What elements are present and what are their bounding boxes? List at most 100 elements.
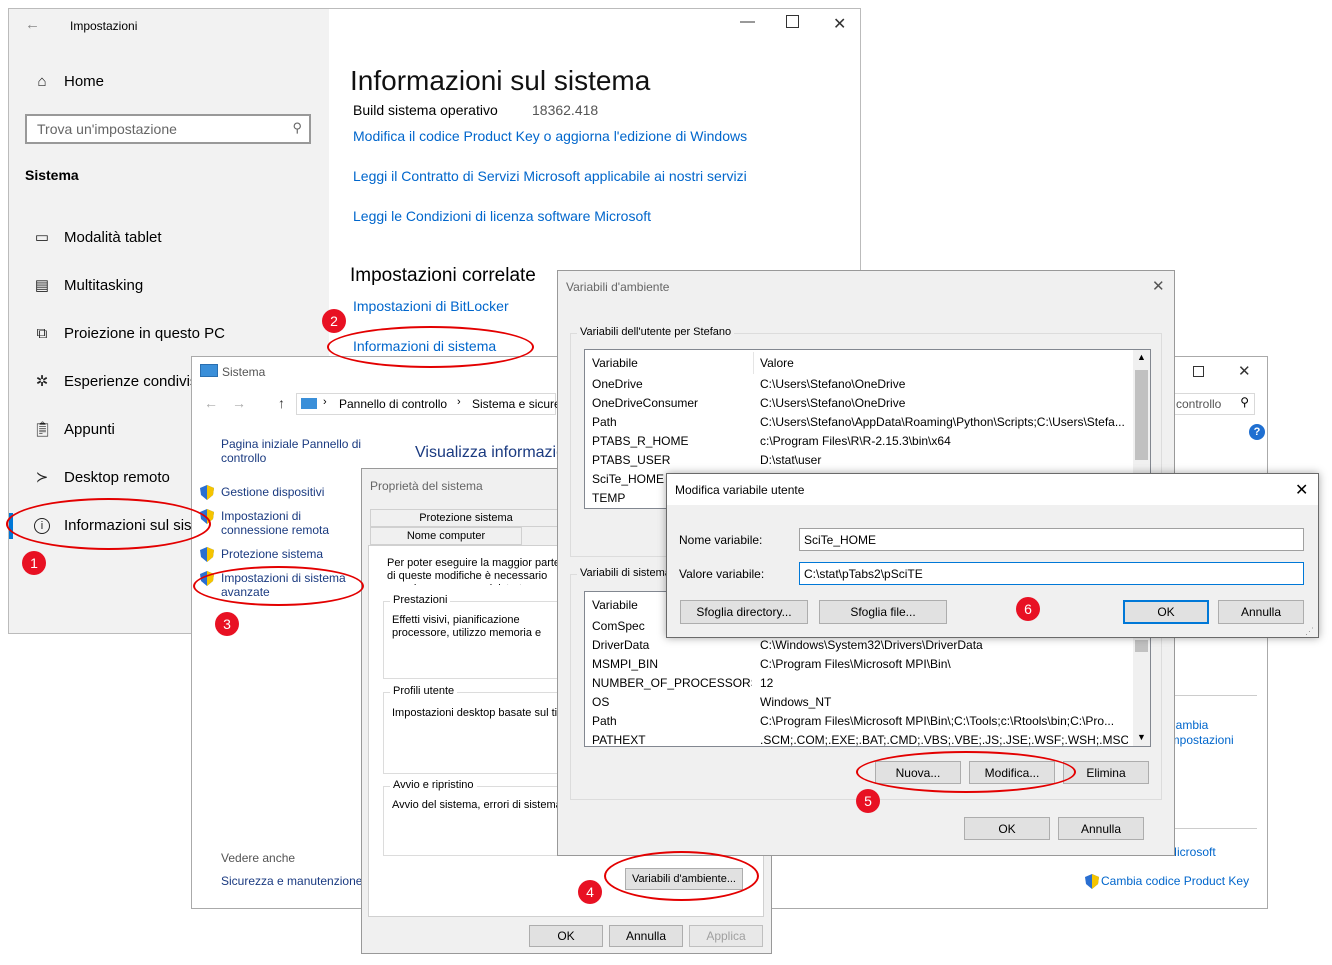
breadcrumb-control-panel[interactable]: Pannello di controllo [339, 397, 447, 411]
minimize-icon[interactable]: — [740, 13, 755, 30]
dialog-title: Modifica variabile utente [675, 483, 805, 497]
control-panel-home-link[interactable]: Pagina iniziale Pannello di controllo [221, 437, 371, 465]
ok-button[interactable]: OK [964, 817, 1050, 840]
device-manager-link[interactable]: Gestione dispositivi [221, 485, 324, 499]
cancel-button[interactable]: Annulla [609, 925, 683, 947]
list-row[interactable]: OS Windows_NT [585, 693, 1132, 712]
shield-icon [1085, 874, 1099, 889]
list-row[interactable]: Path C:\Program Files\Microsoft MPI\Bin\;… [585, 712, 1132, 731]
window-title: Sistema [222, 365, 266, 379]
list-header: Variabile Valore [585, 352, 1132, 374]
page-title: Informazioni sul sistema [350, 65, 651, 96]
value-label: Valore variabile: [679, 567, 765, 581]
scroll-thumb[interactable] [1135, 370, 1148, 460]
scroll-up-icon[interactable]: ▲ [1137, 352, 1146, 362]
product-key-link[interactable]: Modifica il codice Product Key o aggiorn… [353, 128, 747, 144]
list-row[interactable]: PTABS_USER D:\stat\user [585, 451, 1132, 470]
search-icon: ⚲ [292, 120, 302, 135]
list-row[interactable]: PATHEXT .SCM;.COM;.EXE;.BAT;.CMD;.VBS;.VB… [585, 731, 1132, 746]
forward-arrow-icon[interactable]: → [232, 395, 246, 411]
performance-group: Prestazioni Effetti visivi, pianificazio… [383, 594, 573, 679]
system-protection-link[interactable]: Protezione sistema [221, 547, 323, 561]
back-arrow-icon[interactable]: ← [25, 16, 40, 33]
address-bar[interactable]: › Pannello di controllo › Sistema e sicu… [296, 393, 579, 415]
annotation-ellipse [193, 566, 364, 606]
list-row[interactable]: OneDrive C:\Users\Stefano\OneDrive [585, 375, 1132, 394]
step-badge-6: 6 [1016, 597, 1040, 621]
apply-button[interactable]: Applica [689, 925, 763, 947]
step-badge-3: 3 [215, 612, 239, 636]
browse-directory-button[interactable]: Sfoglia directory... [680, 600, 808, 624]
shield-icon [200, 547, 214, 562]
shared-experiences-icon: ✲ [35, 373, 49, 390]
cancel-button[interactable]: Annulla [1218, 600, 1304, 624]
step-badge-2: 2 [322, 309, 346, 333]
close-icon[interactable]: ✕ [1295, 480, 1308, 500]
search-input[interactable]: controllo ⚲ [1167, 393, 1255, 415]
divider [1167, 828, 1257, 829]
breadcrumb-separator-icon: › [323, 396, 327, 408]
annotation-ellipse [6, 498, 211, 550]
column-variable[interactable]: Variabile [592, 594, 638, 616]
license-terms-link[interactable]: Leggi le Condizioni di licenza software … [353, 208, 651, 224]
user-profiles-group: Profili utente Impostazioni desktop basa… [383, 685, 573, 774]
remote-desktop-icon: ≻ [35, 469, 49, 486]
multitasking-icon: ▤ [34, 277, 50, 294]
close-icon[interactable]: ✕ [1152, 277, 1165, 295]
related-settings-title: Impostazioni correlate [350, 265, 536, 286]
list-row[interactable]: MSMPI_BIN C:\Program Files\Microsoft MPI\… [585, 655, 1132, 674]
ok-button[interactable]: OK [529, 925, 603, 947]
remote-settings-link[interactable]: Impostazioni di connessione remota [221, 509, 366, 537]
edit-variable-dialog: Modifica variabile utente ✕ Nome variabi… [666, 473, 1319, 638]
scroll-thumb[interactable] [1135, 640, 1148, 652]
clipboard-icon: 📋︎ [33, 421, 53, 438]
close-icon[interactable]: ✕ [1238, 362, 1251, 380]
annotation-ellipse [856, 751, 1076, 793]
variable-value-input[interactable]: C:\stat\pTabs2\pSciTE [799, 562, 1304, 585]
ok-button[interactable]: OK [1123, 600, 1209, 624]
product-key-link[interactable]: Cambia codice Product Key [1101, 874, 1249, 888]
close-icon[interactable]: ✕ [833, 14, 846, 34]
maximize-icon[interactable] [786, 15, 799, 28]
tab-computer-name[interactable]: Nome computer [370, 527, 522, 545]
list-row[interactable]: Path C:\Users\Stefano\AppData\Roaming\Pyt… [585, 413, 1132, 432]
annotation-ellipse [604, 851, 759, 901]
back-arrow-icon[interactable]: ← [204, 395, 218, 411]
bitlocker-link[interactable]: Impostazioni di BitLocker [353, 298, 509, 314]
up-arrow-icon[interactable]: ↑ [278, 395, 285, 411]
build-label: Build sistema operativo [353, 102, 498, 118]
column-separator [753, 352, 754, 374]
breadcrumb-separator-icon: › [457, 396, 461, 408]
tablet-icon: ▭ [34, 229, 50, 246]
home-icon: ⌂ [37, 73, 47, 90]
step-badge-5: 5 [856, 789, 880, 813]
change-settings-link-2[interactable]: impostazioni [1167, 733, 1234, 747]
annotation-ellipse [327, 326, 534, 368]
dialog-title: Proprietà del sistema [370, 479, 483, 493]
security-maintenance-link[interactable]: Sicurezza e manutenzione [221, 874, 362, 888]
startup-recovery-group: Avvio e ripristino Avvio del sistema, er… [383, 779, 573, 856]
heading: Visualizza informazioni [415, 444, 578, 461]
tab-system-protection[interactable]: Protezione sistema [370, 509, 562, 527]
cancel-button[interactable]: Annulla [1058, 817, 1144, 840]
variable-name-input[interactable]: SciTe_HOME [799, 528, 1304, 551]
list-row[interactable]: DriverData C:\Windows\System32\Drivers\Dr… [585, 636, 1132, 655]
services-agreement-link[interactable]: Leggi il Contratto di Servizi Microsoft … [353, 168, 747, 184]
help-icon[interactable]: ? [1249, 424, 1265, 440]
list-row[interactable]: PTABS_R_HOME c:\Program Files\R\R-2.15.3\… [585, 432, 1132, 451]
scroll-down-icon[interactable]: ▼ [1137, 732, 1146, 742]
shield-icon [200, 485, 214, 500]
see-also-label: Vedere anche [221, 851, 296, 865]
build-value: 18362.418 [532, 102, 599, 118]
column-value[interactable]: Valore [760, 352, 794, 374]
resize-grip-icon[interactable]: ⋰ [1305, 626, 1314, 637]
maximize-icon[interactable] [1193, 366, 1204, 377]
browse-file-button[interactable]: Sfoglia file... [819, 600, 947, 624]
list-row[interactable]: OneDriveConsumer C:\Users\Stefano\OneDriv… [585, 394, 1132, 413]
search-input[interactable]: Trova un'impostazione ⚲ [25, 114, 311, 144]
projection-icon: ⧉ [36, 325, 48, 342]
dialog-title: Variabili d'ambiente [566, 280, 670, 294]
column-variable[interactable]: Variabile [592, 352, 638, 374]
search-icon: ⚲ [1240, 395, 1249, 409]
list-row[interactable]: NUMBER_OF_PROCESSORS 12 [585, 674, 1132, 693]
